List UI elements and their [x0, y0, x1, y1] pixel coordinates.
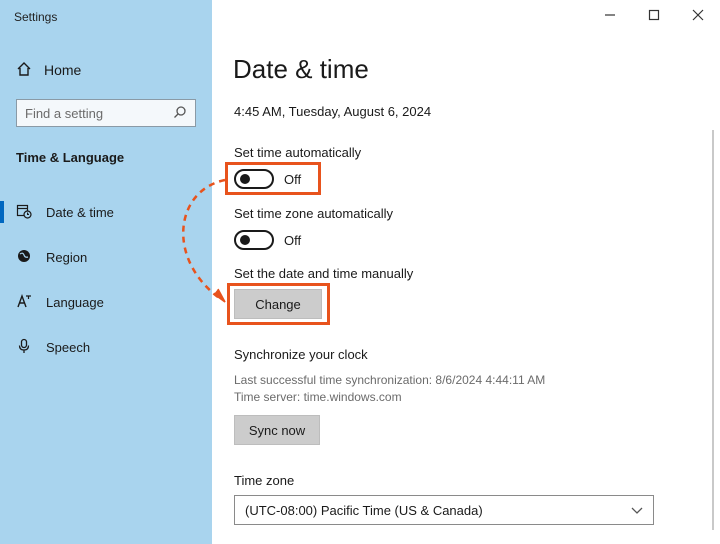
page-title: Date & time [233, 54, 369, 84]
toggle-switch[interactable] [234, 169, 274, 189]
sidebar-item-label: Date & time [46, 204, 114, 220]
sidebar-item-home[interactable]: Home [16, 60, 81, 80]
globe-icon [16, 248, 46, 267]
calendar-clock-icon [16, 203, 46, 222]
set-time-auto-toggle[interactable]: Off [234, 168, 301, 190]
minimize-button[interactable] [600, 6, 620, 26]
toggle-knob [240, 235, 250, 245]
toggle-state: Off [284, 232, 302, 248]
change-button[interactable]: Change [234, 289, 322, 319]
microphone-icon [16, 338, 46, 357]
sidebar-section-title: Time & Language [16, 150, 125, 165]
search-input[interactable]: Find a setting [16, 99, 196, 127]
callout-arrow [182, 178, 226, 303]
toggle-knob [240, 174, 250, 184]
home-label: Home [44, 62, 82, 78]
last-sync-text: Last successful time synchronization: 8/… [234, 373, 546, 387]
home-icon [16, 61, 44, 80]
chevron-down-icon [631, 503, 643, 518]
sidebar-item-label: Speech [46, 339, 91, 355]
sidebar-item-label: Region [46, 249, 88, 265]
timezone-label: Time zone [234, 473, 295, 488]
search-icon [173, 105, 187, 122]
scrollbar[interactable] [712, 130, 714, 530]
maximize-button[interactable] [644, 6, 664, 26]
window-title: Settings [14, 10, 58, 24]
sidebar-item-label: Language [46, 294, 104, 310]
close-icon [692, 8, 704, 24]
set-time-auto-label: Set time automatically [234, 145, 362, 160]
set-timezone-auto-toggle[interactable]: Off [234, 229, 301, 251]
search-placeholder: Find a setting [25, 105, 104, 121]
set-timezone-auto-label: Set time zone automatically [234, 206, 393, 221]
close-button[interactable] [688, 6, 708, 26]
maximize-icon [648, 8, 660, 24]
current-datetime: 4:45 AM, Tuesday, August 6, 2024 [234, 104, 432, 119]
timezone-select[interactable]: (UTC-08:00) Pacific Time (US & Canada) [234, 495, 654, 525]
manual-label: Set the date and time manually [234, 266, 414, 281]
language-icon [16, 293, 46, 312]
toggle-switch[interactable] [234, 230, 274, 250]
sidebar-item-speech[interactable]: Speech [0, 332, 212, 362]
minimize-icon [604, 8, 616, 24]
toggle-state: Off [284, 171, 302, 187]
sync-heading: Synchronize your clock [234, 347, 368, 362]
timezone-value: (UTC-08:00) Pacific Time (US & Canada) [245, 502, 483, 518]
time-server-text: Time server: time.windows.com [234, 390, 402, 404]
sync-now-button[interactable]: Sync now [234, 415, 320, 445]
